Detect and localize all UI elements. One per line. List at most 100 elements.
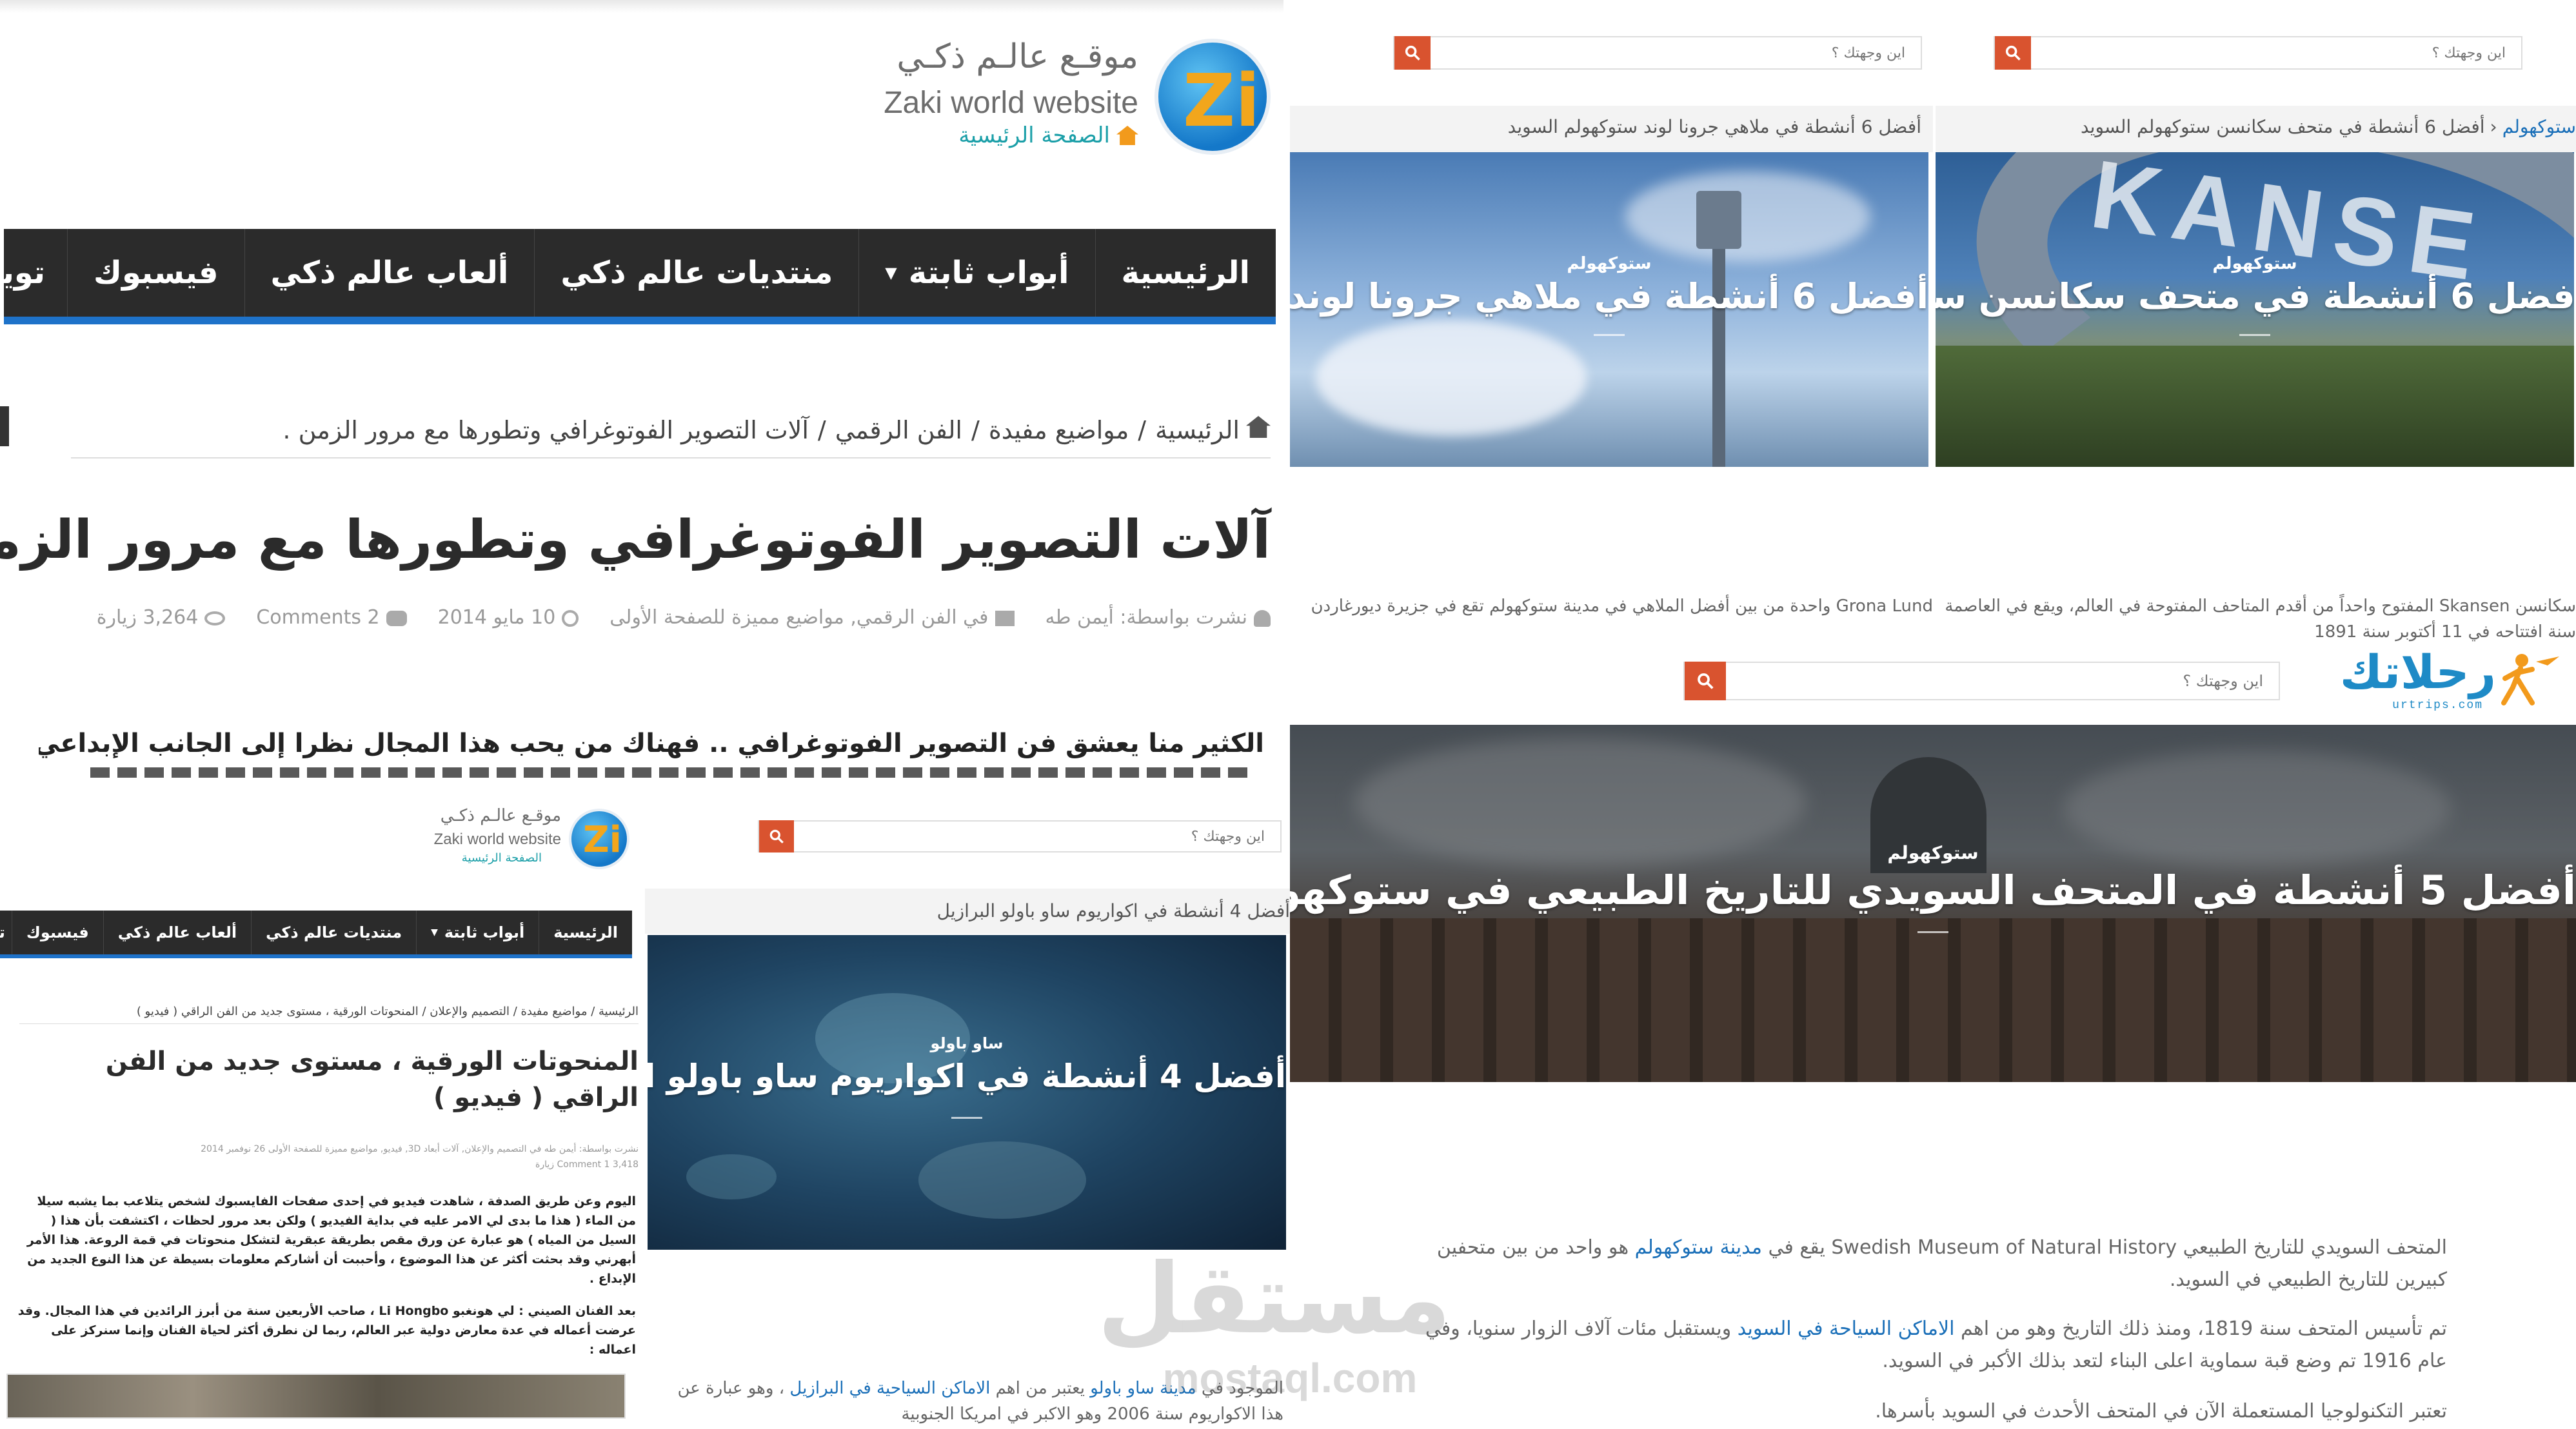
logo-title: موقـع عالـم ذكـي — [897, 37, 1138, 76]
article-paragraph-2: سنة افتتاحه في 11 أكتوبر سنة 1891 — [2314, 622, 2576, 642]
hero-skansen[interactable]: KANSE ستوكهولم أفضل 6 أنشطة في متحف سكان… — [1936, 152, 2574, 467]
home-icon — [1246, 416, 1271, 438]
search-button[interactable] — [759, 820, 794, 852]
hero-aquarium[interactable]: ساو باولو أفضل 4 أنشطة في اكواريوم ساو ب… — [648, 935, 1286, 1250]
trips-top-panels: أفضل 6 أنشطة في ملاهي جرونا لوند ستوكهول… — [1290, 0, 2576, 645]
search-icon — [1698, 673, 1714, 689]
nav-item-home[interactable]: الرئيسية — [539, 911, 632, 954]
search-button[interactable] — [1394, 36, 1431, 70]
logo-name: رحلاتك — [2339, 645, 2496, 699]
nav-item-home[interactable]: الرئيسية — [1095, 229, 1276, 317]
sidebar-edge-fragment — [0, 406, 15, 446]
search-bar — [1994, 36, 2522, 70]
top-shadow — [0, 0, 1283, 13]
date: 10 مايو 2014 — [438, 606, 579, 629]
logo-traveler-icon — [2496, 651, 2561, 705]
logo-domain: urtrips.com — [2392, 699, 2483, 712]
nav-item-twitter[interactable]: تو — [0, 911, 12, 954]
breadcrumb: الرئيسية / مواضيع مفيدة / التصميم والإعل… — [19, 1005, 639, 1024]
logo-subtitle: Zaki world website — [433, 831, 561, 848]
breadcrumb: أفضل 4 أنشطة في اكواريوم ساو باولو البرا… — [936, 900, 1290, 921]
search-input[interactable] — [1726, 663, 2279, 699]
folder-icon — [995, 610, 1015, 626]
home-icon — [1116, 126, 1138, 145]
hero-kicker: ستوكهولم — [2212, 254, 2297, 273]
hero-divider — [1594, 334, 1625, 336]
search-icon — [769, 829, 784, 843]
article-body: الكثير منا يعشق فن التصوير الفوتوغرافي .… — [39, 729, 1264, 758]
article-title: المنحوتات الورقية ، مستوى جديد من الفن ا… — [105, 1047, 639, 1112]
search-bar — [1683, 662, 2280, 700]
breadcrumb-link[interactable]: ستوكهولم — [2502, 116, 2576, 137]
eye-icon — [204, 611, 226, 626]
dropdown-arrow-icon: ▼ — [885, 264, 897, 282]
logo-home-link[interactable]: الصفحة الرئيسية — [958, 123, 1138, 148]
hero-cloud — [1625, 172, 1870, 262]
main-nav: الرئيسية أبواب ثابتة ▼ منتديات عالم ذكي أ… — [0, 911, 632, 958]
zaki-small-panel: Zi موقـع عالـم ذكـي Zaki world website ا… — [0, 785, 645, 1429]
search-input[interactable] — [794, 822, 1280, 851]
hero-divider — [2239, 334, 2270, 336]
article-meta: نشرت بواسطة: أيمن طه في التصميم والإعلان… — [201, 1144, 639, 1154]
hero-title: أفضل 5 أنشطة في المتحف السويدي للتاريخ ا… — [1290, 867, 2576, 914]
search-button[interactable] — [1685, 662, 1726, 700]
link-sweden-tourism[interactable]: الاماكن السياحة في السويد — [1738, 1317, 1955, 1340]
nav-item-facebook[interactable]: فيسبوك — [66, 229, 244, 317]
search-input[interactable] — [2031, 37, 2521, 68]
article-paragraph-1: المتحف السويدي للتاريخ الطبيعي Swedish M… — [1436, 1236, 2447, 1291]
hero-title: أفضل 6 أنشطة في متحف سكانسن ستوكهولم الس… — [1936, 276, 2574, 317]
article-meta: نشرت بواسطة: أيمن طه في الفن الرقمي, موا… — [97, 606, 1271, 629]
nav-item-sections[interactable]: أبواب ثابتة ▼ — [416, 911, 539, 954]
logo-subtitle: Zaki world website — [884, 86, 1138, 120]
hero-divider — [1917, 931, 1948, 933]
logo-mark-icon: Zi — [1154, 39, 1271, 155]
trips-page-grona-lund: أفضل 6 أنشطة في ملاهي جرونا لوند ستوكهول… — [1290, 0, 1933, 645]
link-stockholm[interactable]: مدينة ستوكهولم — [1635, 1236, 1762, 1259]
nav-item-facebook[interactable]: فيسبوك — [11, 911, 103, 954]
hero-museum[interactable]: ستوكهولم أفضل 5 أنشطة في المتحف السويدي … — [1290, 725, 2576, 1082]
comments-icon — [386, 610, 407, 626]
hero-foliage — [1936, 346, 2574, 467]
nav-item-forums[interactable]: منتديات عالم ذكي — [251, 911, 416, 954]
main-nav: الرئيسية أبواب ثابتة ▼ منتديات عالم ذكي أ… — [0, 229, 1276, 324]
category[interactable]: في الفن الرقمي, مواضيع مميزة للصفحة الأو… — [609, 606, 1015, 629]
logo-home-link[interactable]: الصفحة الرئيسية — [462, 851, 542, 865]
link-brazil-tourism[interactable]: الاماكن السياحية في البرازيل — [789, 1379, 990, 1398]
trips-page-skansen: ستوكهولم‹أفضل 6 أنشطة في متحف سكانسن ستو… — [1933, 0, 2576, 645]
breadcrumb-home[interactable]: الرئيسية — [1155, 416, 1240, 446]
article-title: آلات التصوير الفوتوغرافي وتطورها مع مرور… — [0, 509, 1271, 571]
search-button[interactable] — [1995, 36, 2031, 70]
hero-kicker: ستوكهولم — [1887, 842, 1979, 863]
search-icon — [2005, 45, 2021, 61]
hero-grona-lund[interactable]: ستوكهولم أفضل 6 أنشطة في ملاهي جرونا لون… — [1290, 152, 1928, 467]
views: 3,264 زيارة — [97, 606, 226, 629]
hero-kicker: ستوكهولم — [1567, 254, 1652, 273]
author[interactable]: نشرت بواسطة: أيمن طه — [1045, 606, 1271, 629]
nav-item-twitter[interactable]: تويتر — [0, 229, 67, 317]
watermark: مستقل mostaql.com — [1097, 1243, 1451, 1401]
breadcrumb-digital-art[interactable]: الفن الرقمي — [835, 416, 962, 446]
hero-title: أفضل 4 أنشطة في اكواريوم ساو باولو البرا… — [648, 1058, 1286, 1095]
article-body-2: بعد الفنان الصيني : لي هونغبو Li Hongbo … — [17, 1304, 636, 1357]
breadcrumb: الرئيسية / مواضيع مفيدة / الفن الرقمي / آلا… — [71, 416, 1271, 458]
nav-item-forums[interactable]: منتديات عالم ذكي — [534, 229, 858, 317]
breadcrumb-topics[interactable]: مواضيع مفيدة — [989, 416, 1129, 446]
zaki-large-panel: Zi موقـع عالـم ذكـي Zaki world website ا… — [0, 0, 1283, 785]
site-logo[interactable]: رحلاتك urtrips.com — [2335, 645, 2567, 716]
site-logo[interactable]: Zi موقـع عالـم ذكـي Zaki world website ا… — [419, 803, 632, 874]
search-bar — [758, 820, 1282, 852]
breadcrumb: أفضل 6 أنشطة في ملاهي جرونا لوند ستوكهول… — [1507, 116, 1921, 137]
breadcrumb-current: آلات التصوير الفوتوغرافي وتطورها مع مرور… — [282, 416, 809, 444]
nav-item-games[interactable]: ألعاب عالم ذكي — [103, 911, 251, 954]
search-input[interactable] — [1431, 37, 1921, 68]
hero-kicker: ساو باولو — [930, 1034, 1004, 1052]
article-paragraph: Grona Lund واحدة من بين أفضل الملاهي في … — [1311, 596, 1933, 616]
hero-divider — [951, 1117, 982, 1119]
hero-title: أفضل 6 أنشطة في ملاهي جرونا لوند ستوكهول… — [1290, 276, 1928, 317]
site-logo[interactable]: Zi موقـع عالـم ذكـي Zaki world website ا… — [871, 26, 1271, 168]
nav-item-games[interactable]: ألعاب عالم ذكي — [244, 229, 535, 317]
comments[interactable]: Comments 2 — [256, 606, 407, 629]
article-paragraph: سكانسن Skansen المفتوح واحداً من أقدم ال… — [1945, 596, 2576, 616]
article-image — [6, 1374, 626, 1419]
nav-item-sections[interactable]: أبواب ثابتة ▼ — [858, 229, 1095, 317]
